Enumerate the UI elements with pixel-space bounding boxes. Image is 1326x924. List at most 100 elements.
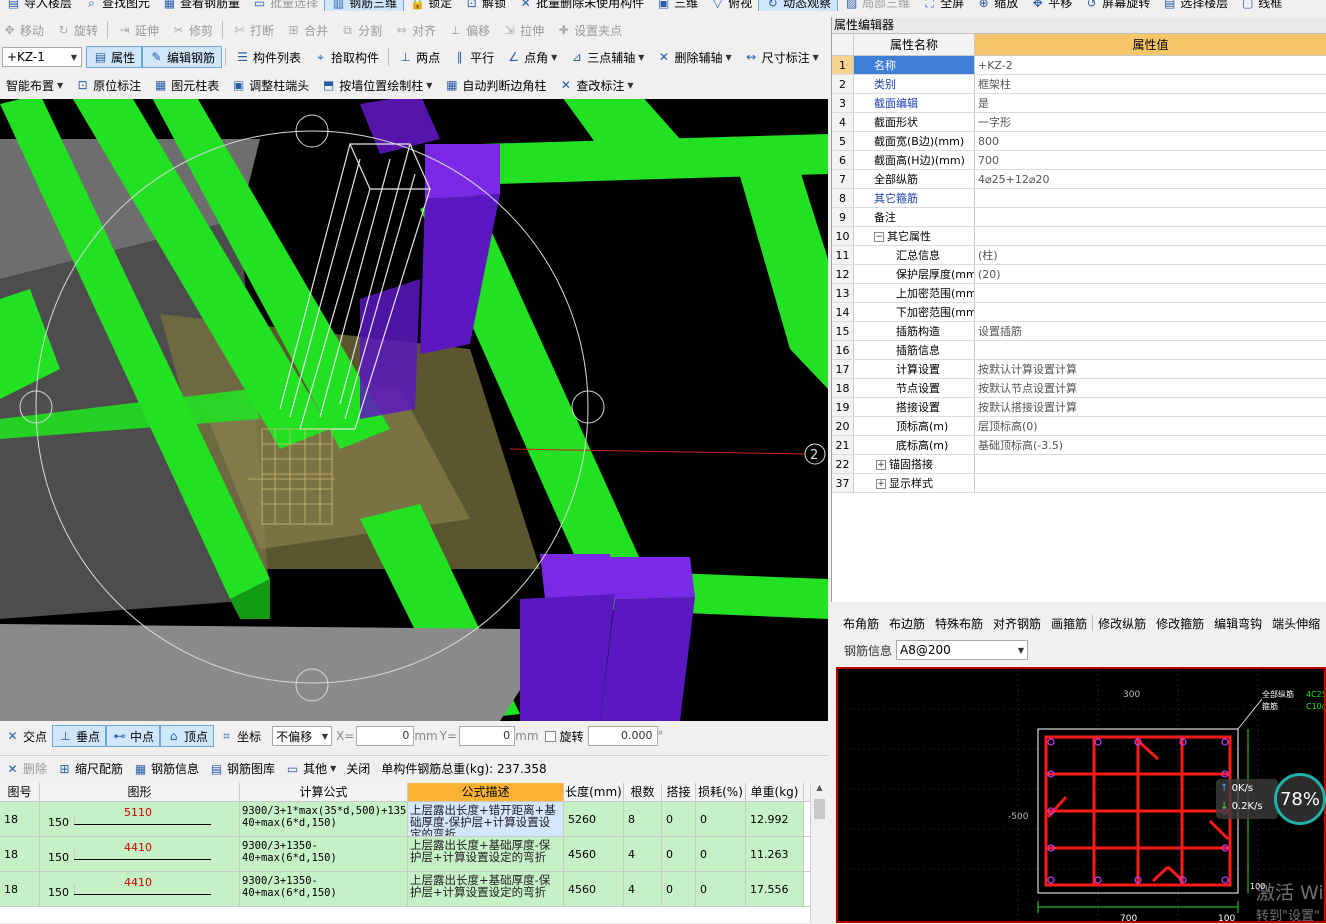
toolbar-btn-1[interactable]: ⌕ 查找图元 xyxy=(78,0,156,11)
component-btn-4[interactable]: ⊥ 两点 xyxy=(392,46,446,68)
rebar-tool-5[interactable]: 修改纵筋 xyxy=(1093,615,1151,632)
property-row[interactable]: 5 截面宽(B边)(mm) 800 xyxy=(832,132,1326,151)
toolbar-btn-6[interactable]: ⊡ 解锁 xyxy=(458,0,512,11)
edit-btn-1[interactable]: ↻ 旋转 xyxy=(50,19,104,41)
component-btn-6[interactable]: ∠ 点角 ▼ xyxy=(500,46,563,68)
offset-mode-select[interactable]: 不偏移 ▼ xyxy=(272,726,333,746)
property-row[interactable]: 17 计算设置 按默认计算设置计算 xyxy=(832,360,1326,379)
property-value[interactable]: 700 xyxy=(975,151,1326,169)
toolbar-btn-2[interactable]: ▦ 查看钢筋量 xyxy=(156,0,246,11)
toolbar-btn-17[interactable]: ▢ 线框 xyxy=(1234,0,1288,11)
component-btn-1[interactable]: ✎ 编辑钢筋 xyxy=(142,46,223,68)
edit-btn-10[interactable]: ✚ 设置夹点 xyxy=(550,19,628,41)
toolbar-btn-8[interactable]: ▣ 三维 xyxy=(650,0,704,11)
property-row[interactable]: 11 汇总信息 (柱) xyxy=(832,246,1326,265)
scroll-thumb[interactable] xyxy=(814,799,825,819)
rebar-tool-7[interactable]: 编辑弯钩 xyxy=(1209,615,1267,632)
property-value[interactable]: 按默认计算设置计算 xyxy=(975,360,1326,378)
component-btn-5[interactable]: ∥ 平行 xyxy=(446,46,500,68)
table-row[interactable]: 18 150 5110 9300/3+1*max(35*d,500)+1350-40+… xyxy=(0,802,828,837)
property-value[interactable]: 设置插筋 xyxy=(975,322,1326,340)
property-value[interactable] xyxy=(975,455,1326,473)
property-row[interactable]: 12 保护层厚度(mm) (20) xyxy=(832,265,1326,284)
property-row[interactable]: 1 名称 +KZ-2 xyxy=(832,56,1326,75)
property-value[interactable]: 基础顶标高(-3.5) xyxy=(975,436,1326,454)
property-value[interactable]: (20) xyxy=(975,265,1326,283)
x-input[interactable]: 0 xyxy=(356,726,415,746)
rebar-tool-8[interactable]: 端头伸缩 xyxy=(1267,615,1325,632)
property-row[interactable]: 4 截面形状 一字形 xyxy=(832,113,1326,132)
component-btn-8[interactable]: ✕ 删除辅轴 ▼ xyxy=(650,46,737,68)
property-value[interactable]: 一字形 xyxy=(975,113,1326,131)
edit-btn-4[interactable]: ✄ 打断 xyxy=(226,19,280,41)
edit-btn-5[interactable]: ⊞ 合并 xyxy=(280,19,334,41)
property-row[interactable]: 21 底标高(m) 基础顶标高(-3.5) xyxy=(832,436,1326,455)
table-btn-1[interactable]: ⊞ 缩尺配筋 xyxy=(52,760,128,777)
property-row[interactable]: 20 顶标高(m) 层顶标高(0) xyxy=(832,417,1326,436)
column-btn-6[interactable]: ✕ 查改标注 ▼ xyxy=(552,74,639,96)
expand-icon[interactable]: + xyxy=(876,479,886,489)
component-btn-3[interactable]: ⌖ 拾取构件 xyxy=(307,46,385,68)
property-row[interactable]: 6 截面高(H边)(mm) 700 xyxy=(832,151,1326,170)
snap-btn-4[interactable]: ⌗ 坐标 xyxy=(214,725,266,747)
expand-icon[interactable]: + xyxy=(876,460,886,470)
rebar-tool-4[interactable]: 画箍筋 xyxy=(1046,615,1092,632)
property-value[interactable]: (柱) xyxy=(975,246,1326,264)
toolbar-btn-16[interactable]: ▤ 选择楼层 xyxy=(1156,0,1234,11)
property-row[interactable]: 37 + 显示样式 xyxy=(832,474,1326,493)
rotate-checkbox[interactable] xyxy=(544,730,556,742)
property-value[interactable]: 框架柱 xyxy=(975,75,1326,93)
property-row[interactable]: 9 备注 xyxy=(832,208,1326,227)
toolbar-btn-12[interactable]: ⛶ 全屏 xyxy=(916,0,970,11)
toolbar-btn-14[interactable]: ✥ 平移 xyxy=(1024,0,1078,11)
component-select[interactable]: +KZ-1 ▼ xyxy=(2,47,82,67)
property-value[interactable] xyxy=(975,474,1326,492)
property-value[interactable] xyxy=(975,341,1326,359)
edit-btn-6[interactable]: ⧉ 分割 xyxy=(334,19,388,41)
column-btn-5[interactable]: ▦ 自动判断边角柱 xyxy=(438,74,552,96)
property-row[interactable]: 13 上加密范围(mm) xyxy=(832,284,1326,303)
toolbar-btn-10[interactable]: ↻ 动态观察 xyxy=(758,0,839,11)
rebar-tool-2[interactable]: 特殊布筋 xyxy=(930,615,988,632)
table-scrollbar[interactable]: ▲ xyxy=(810,783,828,923)
column-btn-4[interactable]: ⬒ 按墙位置绘制柱 ▼ xyxy=(315,74,438,96)
property-row[interactable]: 18 节点设置 按默认节点设置计算 xyxy=(832,379,1326,398)
table-btn-5[interactable]: 关闭 xyxy=(341,760,375,777)
toolbar-btn-5[interactable]: 🔒 锁定 xyxy=(404,0,458,11)
toolbar-btn-15[interactable]: ↺ 屏幕旋转 xyxy=(1078,0,1156,11)
toolbar-btn-3[interactable]: ▭ 批量选择 xyxy=(246,0,324,11)
edit-btn-9[interactable]: ⇲ 拉伸 xyxy=(496,19,550,41)
column-btn-1[interactable]: ⊡ 原位标注 xyxy=(69,74,147,96)
property-row[interactable]: 19 搭接设置 按默认搭接设置计算 xyxy=(832,398,1326,417)
toolbar-btn-7[interactable]: ✕ 批量删除未使用构件 xyxy=(512,0,650,11)
column-btn-2[interactable]: ▦ 图元柱表 xyxy=(147,74,225,96)
toolbar-btn-4[interactable]: ▥ 钢筋三维 xyxy=(324,0,405,11)
column-btn-3[interactable]: ▣ 调整柱端头 xyxy=(225,74,315,96)
rebar-tool-0[interactable]: 布角筋 xyxy=(838,615,884,632)
edit-btn-0[interactable]: ✥ 移动 xyxy=(0,19,50,41)
property-value[interactable] xyxy=(975,303,1326,321)
component-btn-0[interactable]: ▤ 属性 xyxy=(86,46,143,68)
scroll-up-icon[interactable]: ▲ xyxy=(811,783,828,797)
property-value[interactable]: 800 xyxy=(975,132,1326,150)
property-value[interactable]: 4⌀25+12⌀20 xyxy=(975,170,1326,188)
3d-viewport[interactable]: 2 xyxy=(0,99,828,721)
collapse-icon[interactable]: − xyxy=(874,232,884,242)
snap-btn-2[interactable]: ⊷ 中点 xyxy=(106,725,161,747)
property-value[interactable]: 按默认搭接设置计算 xyxy=(975,398,1326,416)
table-btn-4[interactable]: ▭ 其他 ▼ xyxy=(280,760,341,777)
property-value[interactable]: 层顶标高(0) xyxy=(975,417,1326,435)
edit-btn-2[interactable]: ⇥ 延伸 xyxy=(111,19,165,41)
rebar-tool-3[interactable]: 对齐钢筋 xyxy=(988,615,1046,632)
table-btn-0[interactable]: ✕ 删除 xyxy=(0,760,52,777)
property-value[interactable] xyxy=(975,227,1326,245)
table-btn-3[interactable]: ▤ 钢筋图库 xyxy=(204,760,280,777)
property-row[interactable]: 7 全部纵筋 4⌀25+12⌀20 xyxy=(832,170,1326,189)
property-row[interactable]: 3 截面编辑 是 xyxy=(832,94,1326,113)
property-row[interactable]: 16 插筋信息 xyxy=(832,341,1326,360)
component-btn-9[interactable]: ↔ 尺寸标注 ▼ xyxy=(738,46,825,68)
property-row[interactable]: 10− 其它属性 xyxy=(832,227,1326,246)
snap-btn-1[interactable]: ⊥ 垂点 xyxy=(52,725,107,747)
toolbar-btn-0[interactable]: ▤ 导入楼层 xyxy=(0,0,78,11)
toolbar-btn-11[interactable]: ▨ 局部三维 xyxy=(838,0,916,11)
